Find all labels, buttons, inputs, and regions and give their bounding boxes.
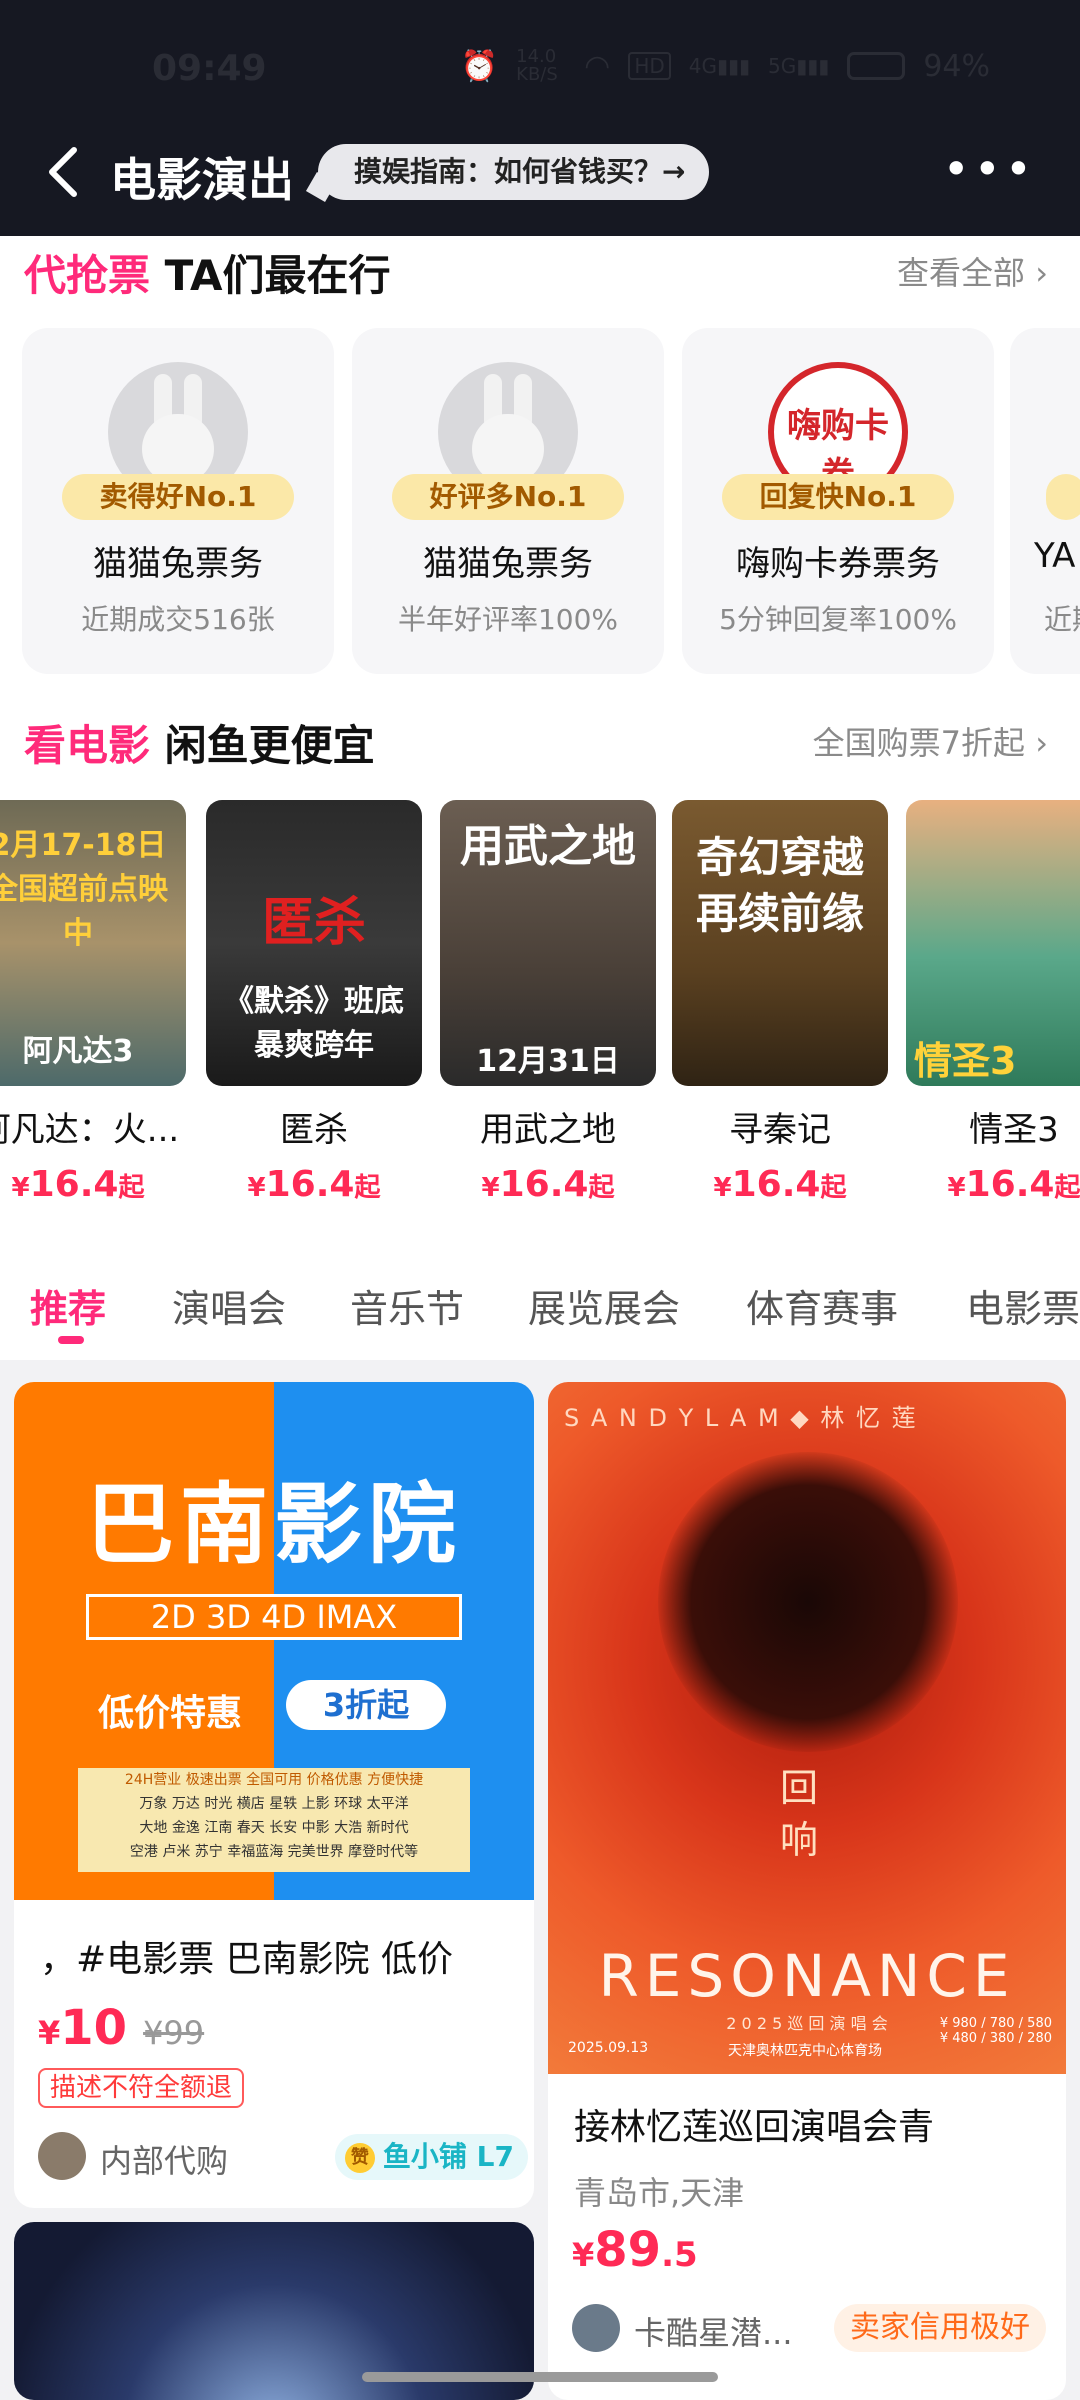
product-price: ¥89.5 xyxy=(572,2222,698,2278)
seller-name: 猫猫兔票务 xyxy=(423,544,593,584)
alarm-icon: ⏰ xyxy=(460,48,499,84)
tab-music-festival[interactable]: 音乐节 xyxy=(350,1278,464,1333)
movie-section-title: 看电影 闲鱼更便宜 xyxy=(24,721,375,770)
product-image: S A N D Y L A M ◆ 林 忆 莲 回响 RESONANCE 2 0… xyxy=(548,1382,1066,2074)
status-bar: 09:49 ⏰ 14.0 KB/S ◠ HD 4G▮▮▮ 5G▮▮▮ 94% xyxy=(0,42,1080,98)
seller-badge xyxy=(1046,474,1080,520)
tab-sports[interactable]: 体育赛事 xyxy=(746,1278,898,1333)
battery-icon xyxy=(847,52,906,80)
seller-name: 猫猫兔票务 xyxy=(93,544,263,584)
movie-name: 匿杀 xyxy=(280,1110,348,1150)
seller-name: YA xyxy=(1034,536,1076,576)
top-header: 09:49 ⏰ 14.0 KB/S ◠ HD 4G▮▮▮ 5G▮▮▮ 94% 电… xyxy=(0,0,1080,236)
seller-badge: 好评多No.1 xyxy=(392,474,624,520)
movie-list: 2月17-18日 全国超前点映中 阿凡达3 阿凡达：火... ¥16.4起 匿杀… xyxy=(0,800,1080,1220)
shop-level-badge: 赞鱼小铺 L7 xyxy=(334,2134,528,2180)
nav-bar: 电影演出 摸娱指南：如何省钱买？→ ••• xyxy=(0,138,1080,208)
network-speed: 14.0 KB/S xyxy=(516,46,558,85)
movie-poster: 2月17-18日 全国超前点映中 阿凡达3 xyxy=(0,800,186,1086)
ticket-section-header: 代抢票 TA们最在行 查看全部 › xyxy=(24,242,1064,306)
seller-stat: 5分钟回复率100% xyxy=(719,603,957,636)
seller-badge: 卖得好No.1 xyxy=(62,474,294,520)
movie-poster: 用武之地 12月31日 xyxy=(440,800,656,1086)
product-image: 巴南影院 2D 3D 4D IMAX 低价特惠 3折起 24H营业 极速出票 全… xyxy=(14,1382,534,1900)
movie-name: 寻秦记 xyxy=(729,1110,831,1150)
view-all-link[interactable]: 查看全部 › xyxy=(897,248,1048,294)
wifi-icon: ◠ xyxy=(584,48,611,84)
hd-icon: HD xyxy=(628,52,671,80)
product-card[interactable]: 巴南影院 2D 3D 4D IMAX 低价特惠 3折起 24H营业 极速出票 全… xyxy=(14,1382,534,2208)
guide-bubble[interactable]: 摸娱指南：如何省钱买？→ xyxy=(318,144,710,200)
seller-info[interactable]: 内部代购 赞鱼小铺 L7 xyxy=(38,2132,528,2182)
product-title: ，#电影票 巴南影院 低价 xyxy=(40,1939,454,1980)
active-tab-indicator xyxy=(58,1336,84,1344)
signal-5g-icon: 5G▮▮▮ xyxy=(768,54,830,78)
category-tabs: 推荐 演唱会 音乐节 展览展会 体育赛事 电影票 xyxy=(0,1268,1080,1348)
product-location: 青岛市,天津 xyxy=(574,2174,745,2212)
seller-card[interactable]: 好评多No.1 猫猫兔票务 半年好评率100% xyxy=(352,328,664,674)
product-title: 接林忆莲巡回演唱会青 xyxy=(574,2107,935,2148)
movie-section-header: 看电影 闲鱼更便宜 全国购票7折起 › xyxy=(24,712,1064,776)
seller-nickname: 内部代购 xyxy=(100,2142,229,2180)
seller-avatar xyxy=(572,2304,620,2352)
credit-badge: 卖家信用极好 xyxy=(834,2304,1046,2352)
seller-card[interactable]: 卖得好No.1 猫猫兔票务 近期成交516张 xyxy=(22,328,334,674)
status-time: 09:49 xyxy=(152,48,267,89)
original-price: ¥99 xyxy=(143,2014,205,2052)
movie-poster: 情圣3 xyxy=(906,800,1080,1086)
movie-name: 用武之地 xyxy=(480,1110,616,1150)
tab-concert[interactable]: 演唱会 xyxy=(172,1278,286,1333)
battery-percent: 94% xyxy=(923,48,990,84)
seller-list: 卖得好No.1 猫猫兔票务 近期成交516张 好评多No.1 猫猫兔票务 半年好… xyxy=(22,328,1080,674)
back-button[interactable] xyxy=(44,142,84,202)
status-icons: ⏰ 14.0 KB/S ◠ HD 4G▮▮▮ 5G▮▮▮ 94% xyxy=(461,48,990,84)
refund-tag: 描述不符全额退 xyxy=(38,2068,245,2108)
tab-recommend[interactable]: 推荐 xyxy=(30,1278,106,1333)
seller-info[interactable]: 卡酷星潜... 卖家信用极好 xyxy=(572,2304,1046,2354)
seller-card[interactable]: 嗨购卡券 回复快No.1 嗨购卡券票务 5分钟回复率100% xyxy=(682,328,994,674)
movie-price: ¥16.4起 xyxy=(481,1164,615,1205)
tab-exhibition[interactable]: 展览展会 xyxy=(528,1278,680,1333)
home-indicator[interactable] xyxy=(362,2372,718,2382)
seller-stat: 半年好评率100% xyxy=(397,603,619,636)
movie-price: ¥16.4起 xyxy=(247,1164,381,1205)
product-card[interactable]: S A N D Y L A M ◆ 林 忆 莲 回响 RESONANCE 2 0… xyxy=(548,1382,1066,2400)
movie-name: 情圣3 xyxy=(969,1110,1059,1150)
signal-4g-icon: 4G▮▮▮ xyxy=(688,54,751,78)
seller-stat: 近期成交516张 xyxy=(81,603,275,636)
movie-price: ¥16.4起 xyxy=(713,1164,847,1205)
page-title: 电影演出 xyxy=(110,153,294,207)
product-price: ¥10 ¥99 xyxy=(38,2000,205,2056)
movie-name: 阿凡达：火... xyxy=(0,1110,180,1150)
seller-card[interactable]: YA 近期 xyxy=(1010,328,1080,674)
more-menu-button[interactable]: ••• xyxy=(943,146,1036,192)
movie-price: ¥16.4起 xyxy=(11,1164,145,1205)
tab-movie-ticket[interactable]: 电影票 xyxy=(966,1278,1080,1333)
ticket-section-title: 代抢票 TA们最在行 xyxy=(24,251,391,300)
seller-stat: 近期 xyxy=(1044,603,1080,636)
seller-badge: 回复快No.1 xyxy=(722,474,954,520)
zan-icon: 赞 xyxy=(344,2143,375,2173)
seller-avatar xyxy=(38,2132,86,2180)
movie-price: ¥16.4起 xyxy=(947,1164,1080,1205)
movie-poster: 奇幻穿越 再续前缘 xyxy=(672,800,888,1086)
seller-nickname: 卡酷星潜... xyxy=(634,2314,793,2352)
movie-poster: 匿杀 《默杀》班底 暴爽跨年 xyxy=(206,800,422,1086)
seller-name: 嗨购卡券票务 xyxy=(736,544,940,584)
nationwide-discount-link[interactable]: 全国购票7折起 › xyxy=(813,718,1048,764)
chevron-left-icon xyxy=(49,147,77,197)
